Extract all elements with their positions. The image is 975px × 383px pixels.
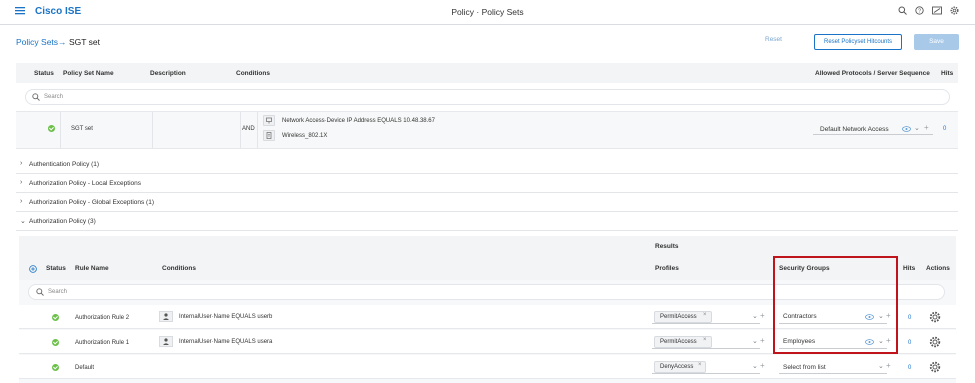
chevron-down-icon[interactable]: ⌄	[752, 362, 758, 370]
chevron-down-icon[interactable]: ⌄	[878, 362, 884, 370]
rule-hits[interactable]: 0	[908, 315, 911, 321]
col-allowed-protocols: Allowed Protocols / Server Sequence	[815, 70, 930, 77]
policy-set-search-input[interactable]	[25, 89, 950, 105]
chevron-down-icon[interactable]: ⌄	[752, 337, 758, 345]
add-icon[interactable]: +	[924, 123, 929, 132]
search-icon	[32, 93, 40, 101]
network-device-icon	[263, 115, 275, 126]
security-group-value: Select from list	[783, 364, 826, 371]
col-actions: Actions	[926, 265, 950, 272]
status-enabled-icon[interactable]	[52, 314, 59, 321]
add-icon[interactable]: +	[760, 361, 765, 370]
section-authentication-policy[interactable]: Authentication Policy (1)	[29, 161, 99, 168]
user-icon	[159, 336, 173, 347]
col-status: Status	[34, 70, 54, 77]
save-button[interactable]: Save	[914, 34, 959, 50]
condition-device-ip[interactable]: Network Access·Device IP Address EQUALS …	[282, 118, 435, 124]
col-rule-name: Rule Name	[75, 265, 109, 272]
top-bar: Cisco ISE Policy · Policy Sets ?	[0, 0, 975, 25]
profile-tag-label: PermitAccess	[660, 314, 697, 320]
section-authz-global-exceptions[interactable]: Authorization Policy - Global Exceptions…	[29, 199, 154, 206]
gear-icon[interactable]	[929, 311, 941, 323]
rule-hits[interactable]: 0	[908, 365, 911, 371]
add-icon[interactable]: +	[886, 361, 891, 370]
col-profiles: Profiles	[655, 265, 679, 272]
user-icon	[159, 311, 173, 322]
reset-button[interactable]: Reset	[765, 36, 782, 43]
remove-icon[interactable]: ×	[703, 337, 707, 343]
policy-set-hits[interactable]: 0	[943, 126, 946, 132]
condition-wireless[interactable]: Wireless_802.1X	[282, 133, 327, 139]
help-icon[interactable]: ?	[915, 6, 924, 15]
security-groups-highlight-box	[773, 256, 898, 354]
reset-policyset-hitcounts-button[interactable]: Reset Policyset Hitcounts	[814, 34, 902, 50]
authorization-search-placeholder: Search	[48, 289, 68, 295]
svg-text:?: ?	[918, 9, 921, 15]
add-icon[interactable]: +	[760, 336, 765, 345]
rule-name[interactable]: Default	[75, 365, 94, 371]
chevron-down-icon[interactable]: ⌄	[914, 124, 920, 132]
condition-operator: AND	[242, 126, 255, 132]
gear-icon[interactable]	[929, 361, 941, 373]
remove-icon[interactable]: ×	[703, 312, 707, 318]
policy-set-name[interactable]: SGT set	[71, 126, 93, 132]
profile-tag-label: PermitAccess	[660, 339, 697, 345]
chevron-right-icon[interactable]: ›	[20, 160, 22, 167]
gear-icon[interactable]	[929, 336, 941, 348]
col-hits: Hits	[903, 265, 916, 272]
chevron-down-icon[interactable]: ⌄	[752, 312, 758, 320]
allowed-protocols-value: Default Network Access	[820, 126, 889, 133]
status-enabled-icon[interactable]	[48, 125, 55, 132]
search-icon[interactable]	[898, 6, 907, 15]
rule-hits[interactable]: 0	[908, 340, 911, 346]
view-icon[interactable]	[902, 126, 911, 132]
col-status: Status	[46, 265, 66, 272]
rule-condition[interactable]: InternalUser·Name EQUALS usera	[179, 339, 272, 345]
status-enabled-icon[interactable]	[52, 339, 59, 346]
notifications-icon[interactable]	[932, 6, 942, 15]
status-enabled-icon[interactable]	[52, 364, 59, 371]
rule-condition[interactable]: InternalUser·Name EQUALS userb	[179, 314, 272, 320]
chevron-right-icon[interactable]: ›	[20, 179, 22, 186]
policy-set-search-placeholder: Search	[44, 94, 64, 100]
col-description: Description	[150, 70, 186, 77]
chevron-down-icon[interactable]: ⌄	[20, 217, 26, 225]
add-rule-icon[interactable]	[29, 265, 37, 273]
profile-tag-label: DenyAccess	[660, 364, 694, 370]
rule-name[interactable]: Authorization Rule 2	[75, 315, 129, 321]
breadcrumb-current: SGT set	[69, 37, 101, 47]
condition-library-icon	[263, 130, 275, 141]
section-authorization-policy[interactable]: Authorization Policy (3)	[29, 218, 96, 225]
rule-name[interactable]: Authorization Rule 1	[75, 340, 129, 346]
chevron-right-icon[interactable]: ›	[20, 198, 22, 205]
col-conditions: Conditions	[236, 70, 270, 77]
breadcrumb-policy-sets-link[interactable]: Policy Sets→	[16, 37, 67, 47]
add-icon[interactable]: +	[760, 311, 765, 320]
col-policy-set-name: Policy Set Name	[63, 70, 114, 77]
col-hits: Hits	[941, 70, 954, 77]
section-authz-local-exceptions[interactable]: Authorization Policy - Local Exceptions	[29, 180, 141, 187]
page-title: Policy · Policy Sets	[451, 7, 524, 17]
remove-icon[interactable]: ×	[698, 362, 702, 368]
col-results: Results	[655, 243, 679, 250]
search-icon	[36, 288, 44, 296]
settings-gear-icon[interactable]	[950, 6, 959, 15]
col-conditions: Conditions	[162, 265, 196, 272]
